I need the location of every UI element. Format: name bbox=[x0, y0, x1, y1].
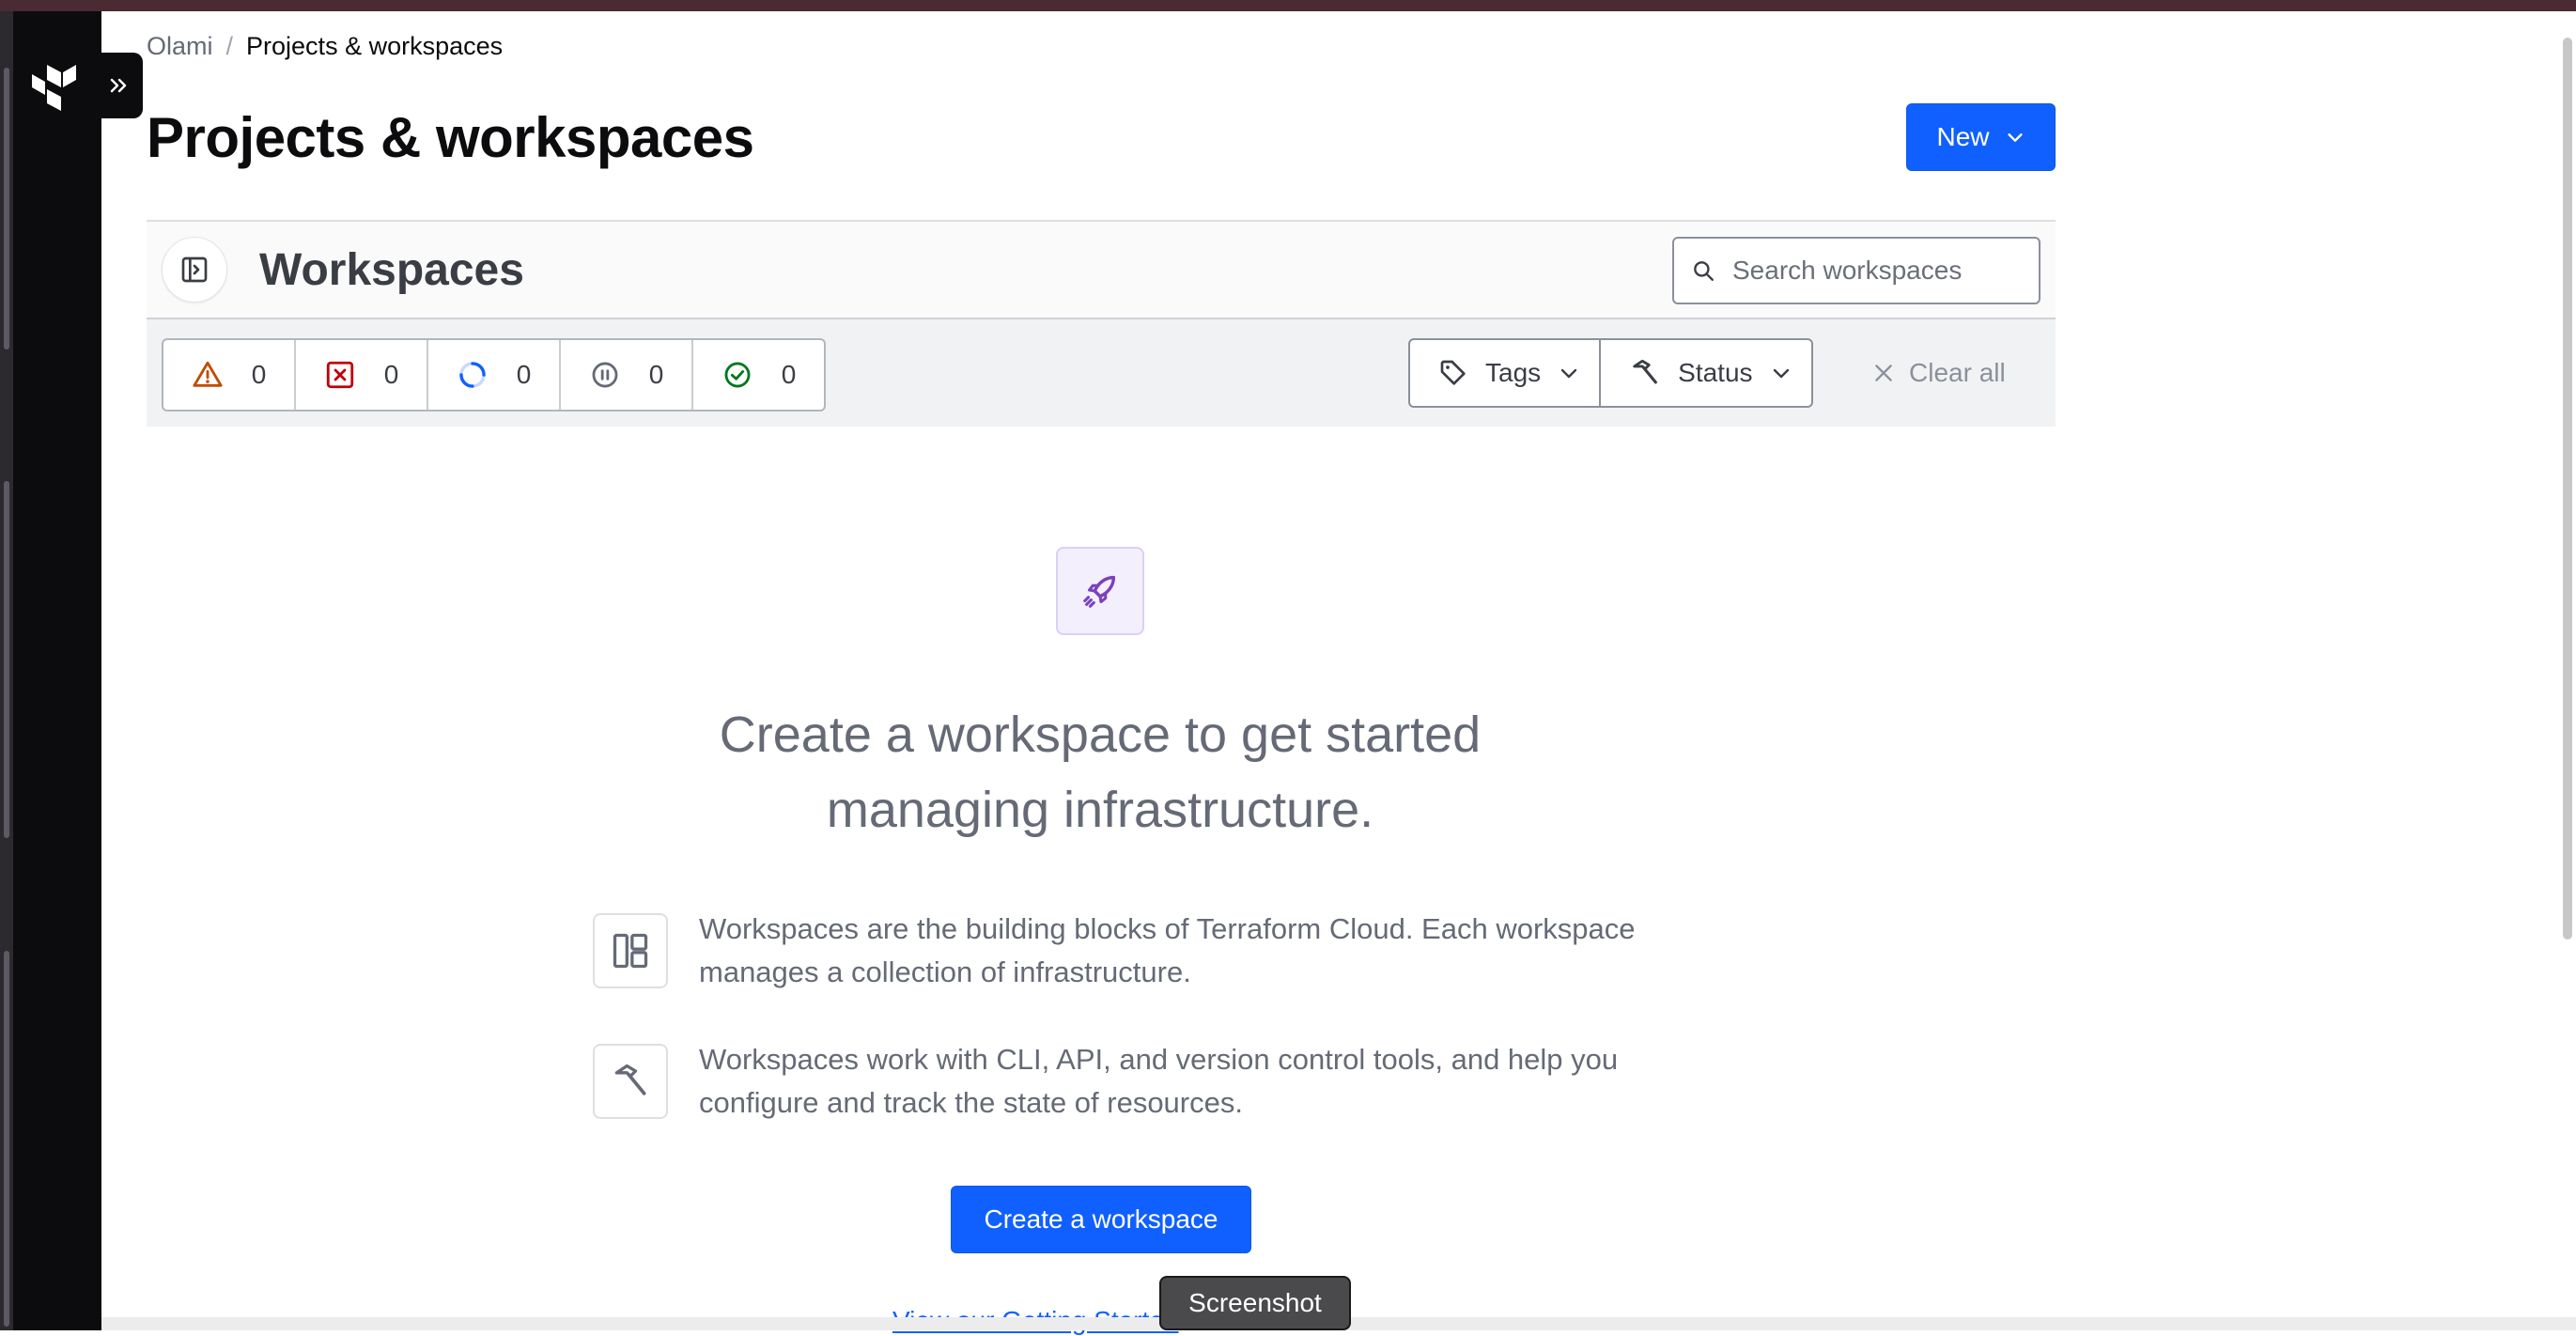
rocket-icon bbox=[1083, 575, 1116, 608]
chevron-down-icon bbox=[1560, 368, 1577, 379]
filter-bar: 0 0 0 0 0 Tags Status Clear all bbox=[147, 319, 2056, 427]
rocket-icon-tile bbox=[1056, 547, 1144, 635]
tags-filter-label: Tags bbox=[1485, 358, 1542, 387]
side-navigation bbox=[13, 11, 101, 1330]
window-left-edge bbox=[0, 11, 13, 1330]
sidebar-toggle-button[interactable] bbox=[162, 237, 227, 303]
hammer-icon bbox=[614, 1064, 646, 1095]
new-button[interactable]: New bbox=[1906, 103, 2056, 171]
breadcrumb: Olami / Projects & workspaces bbox=[147, 32, 503, 61]
search-icon bbox=[1694, 261, 1714, 281]
breadcrumb-org-link[interactable]: Olami bbox=[147, 32, 213, 60]
page-scrollbar[interactable] bbox=[2563, 38, 2572, 940]
filter-dropdown-group: Tags Status bbox=[1408, 338, 1813, 408]
status-count-applied: 0 bbox=[781, 360, 797, 389]
hammer-icon-tile bbox=[593, 1044, 668, 1119]
clear-all-button[interactable]: Clear all bbox=[1871, 338, 2006, 408]
workspaces-heading: Workspaces bbox=[259, 245, 524, 295]
search-input[interactable] bbox=[1730, 255, 2025, 287]
status-filter-label: Status bbox=[1678, 358, 1753, 387]
success-check-circle-icon bbox=[724, 362, 751, 388]
status-count-errored: 0 bbox=[383, 360, 399, 389]
search-box[interactable] bbox=[1672, 237, 2041, 304]
breadcrumb-separator: / bbox=[225, 32, 234, 60]
warning-triangle-icon bbox=[193, 361, 223, 387]
feature-building-blocks-text: Workspaces are the building blocks of Te… bbox=[699, 912, 1636, 988]
breadcrumb-current: Projects & workspaces bbox=[246, 32, 504, 60]
hammer-icon bbox=[1633, 359, 1658, 384]
screenshot-tooltip: Screenshot bbox=[1159, 1276, 1351, 1330]
status-filter-group: 0 0 0 0 0 bbox=[162, 338, 826, 412]
status-filter-dropdown[interactable]: Status bbox=[1601, 340, 1810, 406]
status-filter-running[interactable]: 0 bbox=[428, 340, 561, 410]
status-filter-paused[interactable]: 0 bbox=[561, 340, 693, 410]
layout-icon-tile bbox=[593, 913, 668, 988]
clear-all-label: Clear all bbox=[1909, 358, 2006, 387]
tag-icon bbox=[1440, 360, 1466, 385]
chevrons-right-icon bbox=[110, 78, 127, 93]
page-title: Projects & workspaces bbox=[147, 106, 754, 169]
new-button-label: New bbox=[1936, 122, 1990, 151]
status-filter-applied[interactable]: 0 bbox=[693, 340, 824, 410]
status-count-warning: 0 bbox=[251, 360, 267, 389]
create-workspace-button[interactable]: Create a workspace bbox=[951, 1186, 1251, 1253]
chevron-down-icon bbox=[2007, 133, 2023, 142]
sidebar-toggle-icon bbox=[181, 256, 208, 283]
chevron-down-icon bbox=[1773, 368, 1789, 379]
status-count-running: 0 bbox=[516, 360, 532, 389]
close-icon bbox=[1875, 365, 1892, 381]
error-x-square-icon bbox=[326, 361, 353, 389]
terraform-logo-icon[interactable] bbox=[32, 63, 77, 112]
empty-state-heading: Create a workspace to get started managi… bbox=[719, 707, 1482, 838]
status-filter-warning[interactable]: 0 bbox=[163, 340, 296, 410]
feature-cli-api-text: Workspaces work with CLI, API, and versi… bbox=[699, 1043, 1619, 1119]
running-spinner-icon bbox=[458, 362, 486, 388]
paused-circle-icon bbox=[592, 362, 618, 388]
expand-sidebar-button[interactable] bbox=[94, 53, 143, 118]
status-count-paused: 0 bbox=[648, 360, 664, 389]
tags-filter-dropdown[interactable]: Tags bbox=[1410, 340, 1602, 406]
browser-top-bar bbox=[0, 0, 2576, 11]
workspaces-panel-header: Workspaces bbox=[147, 220, 2056, 319]
status-filter-errored[interactable]: 0 bbox=[296, 340, 428, 410]
layout-panels-icon bbox=[613, 933, 648, 969]
